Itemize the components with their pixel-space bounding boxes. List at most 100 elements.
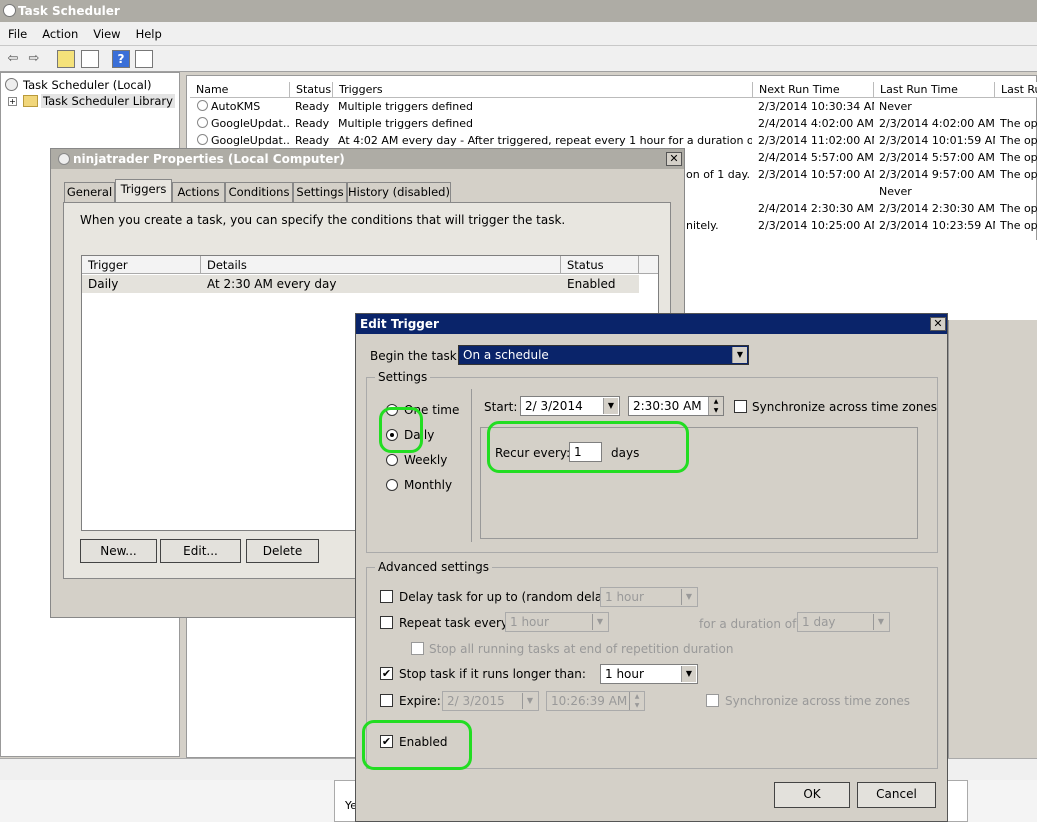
header-status[interactable]: Status [561,256,639,274]
duration-select[interactable]: 1 day ▼ [797,612,890,632]
start-date-field[interactable]: 2/ 3/2014 ▼ [520,396,620,416]
stop-all-checkbox[interactable] [411,642,424,655]
expire-date-field[interactable]: 2/ 3/2015 ▼ [442,691,539,711]
task-clock-icon [197,134,208,145]
repeat-checkbox[interactable] [380,616,393,629]
column-header-next-run[interactable]: Next Run Time [753,82,874,98]
settings-group-label: Settings [375,370,431,384]
menu-file[interactable]: File [0,22,34,41]
action-pane-icon[interactable] [135,50,153,68]
edit-trigger-button[interactable]: Edit... [160,539,241,563]
sync-time-zones-checkbox[interactable] [734,400,747,413]
label-weekly: Weekly [404,453,448,467]
recur-every-input[interactable]: 1 [569,442,602,462]
task-last-run: Never [879,185,912,198]
tree-library[interactable]: Task Scheduler Library [41,94,175,108]
recurrence-panel [480,427,918,539]
show-hide-tree-icon[interactable] [81,50,99,68]
tab-triggers[interactable]: Triggers [115,179,172,203]
task-last-run: 2/3/2014 2:30:30 AM [879,202,995,215]
table-row[interactable]: Daily At 2:30 AM every day Enabled [82,275,639,293]
delete-trigger-button[interactable]: Delete [246,539,319,563]
column-header-status[interactable]: Status [290,82,333,98]
task-triggers: on of 1 day. [686,168,750,181]
up-folder-icon[interactable] [57,50,75,68]
label-monthly: Monthly [404,478,453,492]
duration-value: 1 day [802,615,836,629]
chevron-down-icon[interactable]: ▼ [522,693,537,709]
expand-icon[interactable]: + [8,97,17,106]
task-last-run: 2/3/2014 4:02:00 AM [879,117,995,130]
task-last-run: 2/3/2014 5:57:00 AM [879,151,995,164]
task-last-result: The ope [1000,151,1037,164]
column-header-last-run[interactable]: Last Run Time [874,82,995,98]
expire-time-field[interactable]: 10:26:39 AM ▲ ▼ [546,691,645,711]
trigger-status: Enabled [567,277,616,291]
back-arrow-icon[interactable]: ⇦ [4,50,22,68]
expire-checkbox[interactable] [380,694,393,707]
expire-sync-checkbox[interactable] [706,694,719,707]
task-clock-icon [197,117,208,128]
forward-arrow-icon[interactable]: ⇨ [25,50,43,68]
stop-all-label: Stop all running tasks at end of repetit… [429,642,734,656]
stop-if-longer-select[interactable]: 1 hour ▼ [600,664,698,684]
ok-button[interactable]: OK [774,782,850,808]
expire-time-value: 10:26:39 AM [551,694,628,708]
header-trigger[interactable]: Trigger [82,256,201,274]
radio-weekly[interactable] [386,454,398,466]
menu-view[interactable]: View [85,22,127,41]
cancel-button[interactable]: Cancel [857,782,936,808]
task-triggers: Multiple triggers defined [338,100,473,113]
stop-if-longer-value: 1 hour [605,667,644,681]
task-name: AutoKMS [211,100,261,113]
radio-monthly[interactable] [386,479,398,491]
task-last-run: 2/3/2014 10:23:59 AM [879,219,995,232]
chevron-down-icon[interactable]: ▼ [873,614,888,630]
help-icon[interactable]: ? [112,50,130,68]
clock-icon [5,78,18,91]
column-header-last-result[interactable]: Last Ru [995,82,1037,98]
start-time-field[interactable]: 2:30:30 AM ▲ ▼ [628,396,724,416]
menu-action[interactable]: Action [34,22,85,41]
task-last-result: The ope [1000,168,1037,181]
delay-select[interactable]: 1 hour ▼ [600,587,698,607]
chevron-down-icon[interactable]: ▼ [681,589,696,605]
task-status: Ready [295,134,330,147]
column-header-name[interactable]: Name [190,82,290,98]
enabled-checkbox[interactable]: ✔ [380,735,393,748]
radio-daily[interactable] [386,429,398,441]
tab-conditions[interactable]: Conditions [225,182,293,202]
repeat-select[interactable]: 1 hour ▼ [505,612,609,632]
header-filler [639,256,658,274]
column-header-triggers[interactable]: Triggers [333,82,753,98]
spinner-icon[interactable]: ▲ ▼ [708,397,723,415]
header-details[interactable]: Details [201,256,561,274]
delay-checkbox[interactable] [380,590,393,603]
chevron-down-icon[interactable]: ▼ [592,614,607,630]
tab-history[interactable]: History (disabled) [347,182,451,202]
menu-help[interactable]: Help [128,22,169,41]
settings-divider [471,389,472,542]
spinner-icon[interactable]: ▲ ▼ [629,692,644,710]
trigger-type: Daily [88,277,119,291]
enabled-label: Enabled [399,735,448,749]
tree-root[interactable]: Task Scheduler (Local) [23,78,151,92]
tab-general[interactable]: General [64,182,115,202]
task-clock-icon [197,100,208,111]
expire-sync-label: Synchronize across time zones [725,694,911,708]
expire-label: Expire: [399,694,441,708]
chevron-down-icon[interactable]: ▼ [603,398,618,414]
close-icon[interactable]: ✕ [930,317,946,331]
close-icon[interactable]: ✕ [666,152,682,166]
tab-settings[interactable]: Settings [293,182,347,202]
chevron-down-icon[interactable]: ▼ [732,347,747,363]
new-trigger-button[interactable]: New... [80,539,157,563]
task-last-result: The ope [1000,117,1037,130]
chevron-down-icon[interactable]: ▼ [681,666,696,682]
task-last-result: The ope [1000,134,1037,147]
tab-actions[interactable]: Actions [172,182,225,202]
begin-task-select[interactable]: On a schedule ▼ [458,345,749,365]
task-status: Ready [295,100,330,113]
radio-one-time[interactable] [386,404,398,416]
stop-if-longer-checkbox[interactable]: ✔ [380,667,393,680]
